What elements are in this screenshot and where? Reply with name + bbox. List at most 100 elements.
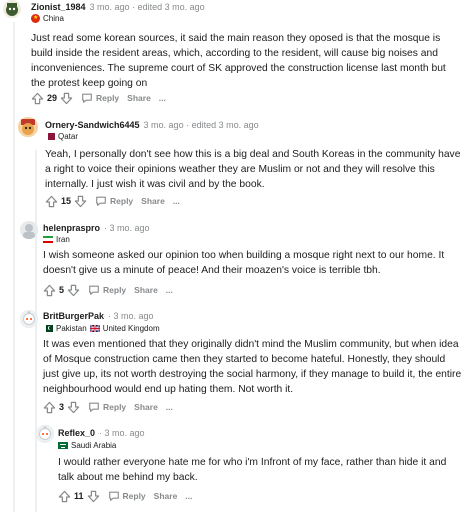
- share-label: Share: [134, 285, 158, 295]
- vote-group: 29: [31, 92, 73, 105]
- avatar-icon: [20, 221, 38, 239]
- flair-text: United Kingdom: [102, 324, 160, 333]
- share-label: Share: [127, 93, 151, 103]
- comment-body: Yeah, I personally don't see how this is…: [45, 149, 461, 190]
- downvote-icon[interactable]: [60, 92, 73, 105]
- more-options-button[interactable]: ...: [159, 93, 166, 103]
- comment-body: I wish someone asked our opinion too whe…: [43, 250, 445, 276]
- more-options-button[interactable]: ...: [185, 491, 192, 501]
- more-options-button[interactable]: ...: [166, 285, 173, 295]
- vote-group: 3: [43, 401, 80, 414]
- share-label: Share: [141, 196, 165, 206]
- reply-icon: [82, 93, 92, 103]
- user-flair: Pakistan United Kingdom: [43, 323, 160, 334]
- separator: ·: [129, 2, 138, 12]
- edited-label: edited 3 mo. ago: [191, 120, 259, 130]
- avatar[interactable]: [20, 310, 38, 328]
- comment-header: helenpraspro · 3 mo. ago: [43, 222, 150, 234]
- user-flair: Saudi Arabia: [58, 440, 116, 451]
- share-button[interactable]: Share: [134, 402, 158, 412]
- upvote-icon[interactable]: [58, 490, 71, 503]
- flair-text: Pakistan: [56, 324, 87, 333]
- iran-flag-icon: [43, 236, 53, 243]
- vote-count: 3: [59, 402, 65, 412]
- reply-label: Reply: [103, 285, 127, 295]
- reply-icon: [108, 491, 119, 501]
- uk-flag-icon: [89, 325, 100, 332]
- flair-text: Iran: [56, 235, 70, 244]
- timestamp[interactable]: 3 mo. ago: [110, 222, 150, 234]
- username[interactable]: Reflex_0: [58, 427, 95, 439]
- comment: Zionist_1984 3 mo. ago · edited 3 mo. ag…: [0, 0, 474, 110]
- downvote-icon[interactable]: [87, 490, 100, 503]
- vote-count: 11: [74, 491, 84, 501]
- timestamp[interactable]: 3 mo. ago: [90, 1, 130, 13]
- username[interactable]: BritBurgerPak: [43, 310, 104, 322]
- separator: ·: [183, 120, 192, 130]
- timestamp[interactable]: 3 mo. ago: [144, 119, 184, 131]
- comment-header: Zionist_1984 3 mo. ago · edited 3 mo. ag…: [31, 1, 205, 13]
- china-flag-icon: ★: [31, 14, 40, 23]
- comment-header: BritBurgerPak · 3 mo. ago: [43, 310, 154, 322]
- more-icon: ...: [172, 196, 180, 206]
- comment: helenpraspro · 3 mo. ago Iran I wish som…: [0, 215, 474, 307]
- upvote-icon[interactable]: [31, 92, 44, 105]
- comment: Reflex_0 · 3 mo. ago Saudi Arabia I woul…: [0, 422, 474, 512]
- share-button[interactable]: Share: [127, 93, 151, 103]
- share-label: Share: [134, 402, 158, 412]
- username[interactable]: helenpraspro: [43, 222, 100, 234]
- reply-label: Reply: [110, 196, 134, 206]
- user-flair: Qatar: [45, 131, 78, 142]
- vote-group: 11: [58, 490, 100, 503]
- reply-label: Reply: [122, 491, 146, 501]
- reply-icon: [89, 285, 99, 295]
- avatar[interactable]: [3, 0, 21, 18]
- user-flair: ★ China: [31, 13, 64, 24]
- more-icon: ...: [165, 402, 173, 412]
- reply-button[interactable]: Reply: [108, 490, 146, 502]
- share-label: Share: [153, 491, 178, 501]
- vote-count: 5: [59, 285, 65, 295]
- reply-button[interactable]: Reply: [88, 284, 126, 296]
- username[interactable]: Zionist_1984: [31, 1, 86, 13]
- reply-button[interactable]: Reply: [81, 92, 119, 104]
- timestamp[interactable]: 3 mo. ago: [114, 310, 154, 322]
- upvote-icon[interactable]: [43, 401, 56, 414]
- vote-group: 15: [45, 195, 87, 208]
- comment-body: I would rather everyone hate me for who …: [58, 457, 447, 483]
- downvote-icon[interactable]: [67, 284, 80, 297]
- more-icon: ...: [165, 285, 173, 295]
- more-options-button[interactable]: ...: [166, 402, 173, 412]
- downvote-icon[interactable]: [67, 401, 80, 414]
- username[interactable]: Ornery-Sandwich6445: [45, 119, 140, 131]
- qatar-flag-icon: [45, 133, 55, 140]
- comment: BritBurgerPak · 3 mo. ago Pakistan Unite…: [0, 307, 474, 422]
- comment-actions: 3 Reply Share ...: [43, 400, 173, 414]
- timestamp[interactable]: 3 mo. ago: [105, 427, 145, 439]
- reply-button[interactable]: Reply: [95, 195, 133, 207]
- reply-label: Reply: [103, 402, 127, 412]
- upvote-icon[interactable]: [45, 195, 58, 208]
- downvote-icon[interactable]: [74, 195, 87, 208]
- avatar[interactable]: [20, 221, 38, 239]
- share-button[interactable]: Share: [154, 491, 178, 501]
- vote-count: 15: [61, 196, 72, 206]
- more-icon: ...: [185, 491, 193, 501]
- avatar-icon: [3, 0, 21, 18]
- user-flair: Iran: [43, 234, 70, 245]
- flair-text: China: [43, 14, 64, 23]
- comment-header: Ornery-Sandwich6445 3 mo. ago · edited 3…: [45, 119, 259, 131]
- share-button[interactable]: Share: [134, 285, 158, 295]
- avatar[interactable]: [18, 117, 38, 137]
- comment-actions: 29 Reply Share ...: [31, 91, 166, 105]
- avatar[interactable]: [36, 425, 54, 443]
- flair-text: Saudi Arabia: [71, 441, 117, 450]
- more-options-button[interactable]: ...: [173, 196, 180, 206]
- edited-label: edited 3 mo. ago: [137, 2, 205, 12]
- avatar-icon: [18, 117, 38, 137]
- upvote-icon[interactable]: [43, 284, 56, 297]
- uk-flag-icon: [89, 325, 100, 332]
- reply-button[interactable]: Reply: [88, 401, 126, 413]
- vote-group: 5: [43, 284, 80, 297]
- share-button[interactable]: Share: [141, 196, 165, 206]
